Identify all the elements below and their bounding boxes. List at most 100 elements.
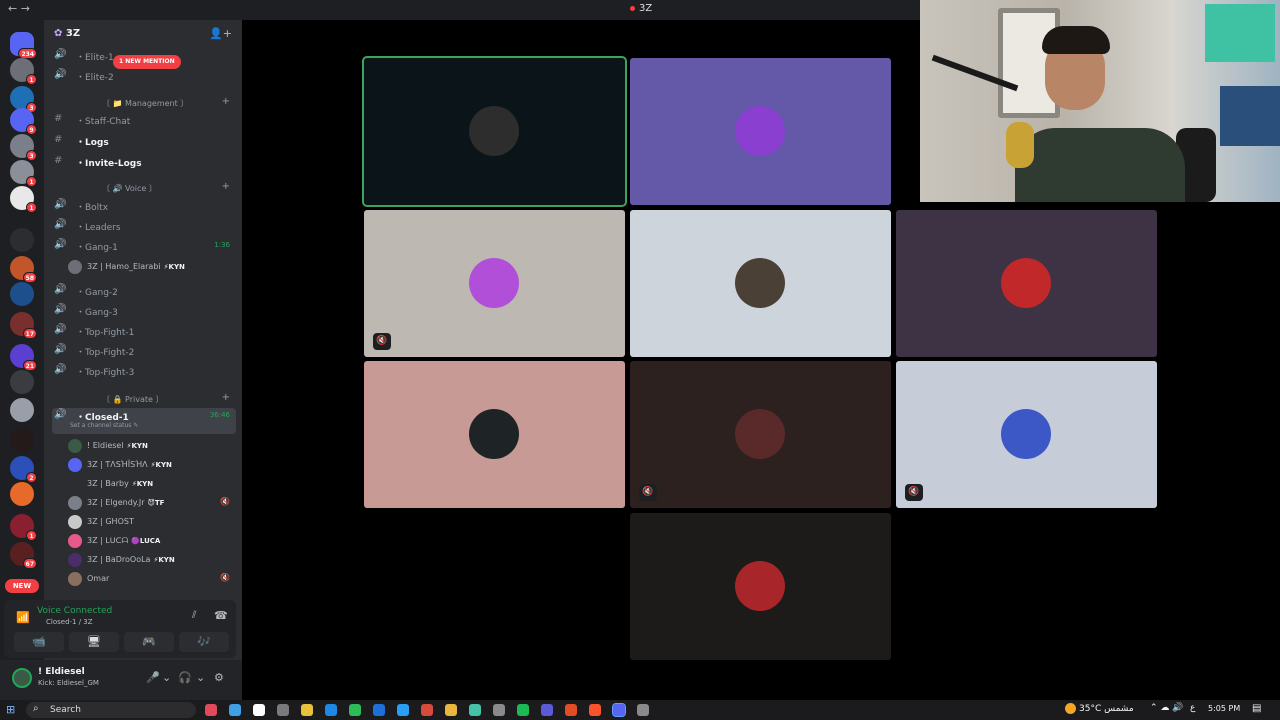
voice-user[interactable]: 3Z | Barby ⚡KYN (68, 475, 236, 493)
participant-tile[interactable]: 🔇 (630, 361, 891, 508)
mic-chevron-down-icon[interactable]: ⌄ (162, 671, 171, 684)
channel-logs[interactable]: # ・Logs (52, 133, 236, 149)
voice-user[interactable]: ! Eldiesel ⚡KYN (68, 437, 236, 455)
taskbar-app-icon[interactable] (469, 704, 481, 716)
channel-top-fight-2[interactable]: 🔊 ・Top-Fight-2 (52, 343, 236, 359)
server-icon-server-9[interactable] (10, 282, 34, 306)
taskbar-app-icon[interactable] (205, 704, 217, 716)
create-channel-icon[interactable]: + (222, 181, 230, 192)
taskbar-app-icon[interactable] (612, 703, 626, 717)
language-indicator[interactable]: ع (1190, 703, 1195, 713)
taskbar-app-icon[interactable] (493, 704, 505, 716)
server-icon-server-17[interactable]: 1 (10, 514, 37, 541)
participant-tile[interactable] (630, 210, 891, 357)
participant-tile[interactable] (362, 56, 627, 207)
voice-user[interactable]: 3Z | BaDroOoLa ⚡KYN (68, 551, 236, 569)
server-icon-server-10[interactable]: 17 (10, 312, 37, 339)
create-channel-icon[interactable]: + (222, 392, 230, 403)
create-channel-icon[interactable]: + (222, 96, 230, 107)
avatar[interactable] (12, 668, 32, 688)
taskbar-search[interactable]: ⌕ Search (26, 702, 196, 718)
taskbar-app-icon[interactable] (637, 704, 649, 716)
channel-top-fight-1[interactable]: 🔊 ・Top-Fight-1 (52, 323, 236, 339)
channel-closed-1[interactable]: 🔊 ・Closed-1 36:46 Set a channel status ✎ (52, 408, 236, 434)
server-icon-direct-messages[interactable]: 234 (10, 32, 37, 59)
server-icon-server-14[interactable] (10, 428, 34, 452)
category-management[interactable]: 〔 📁 Management 〕 + (52, 96, 236, 110)
taskbar-app-icon[interactable] (517, 704, 529, 716)
disconnect-icon[interactable]: ☎ (214, 609, 228, 622)
channel-elite-2[interactable]: 🔊 ・Elite-2 (52, 68, 236, 84)
server-icon-server-4[interactable]: 3 (10, 134, 37, 161)
taskbar-app-icon[interactable] (565, 704, 577, 716)
voice-user[interactable]: 3Z | ƬΛЅΉЇЅΉΛ ⚡KYN (68, 456, 236, 474)
invite-people-icon[interactable]: 👤+ (209, 27, 232, 40)
participant-tile[interactable] (896, 210, 1157, 357)
taskbar-app-icon[interactable] (589, 704, 601, 716)
voice-user[interactable]: 3Z | GHOST (68, 513, 236, 531)
taskbar-app-icon[interactable] (397, 704, 409, 716)
guild-name[interactable]: 3Z (54, 28, 80, 39)
system-tray-icon[interactable]: ⌃ ☁ 🔊 (1150, 703, 1183, 713)
activities-button[interactable]: 🎮 (124, 632, 174, 652)
channel-staff-chat[interactable]: # ・Staff-Chat (52, 112, 236, 128)
guild-header[interactable]: 3Z 👤+ (44, 20, 242, 48)
back-forward-icon[interactable]: ← → (8, 2, 30, 15)
new-servers-pill[interactable]: NEW (5, 579, 39, 593)
voice-user[interactable]: 3Z | ᒪᑌᑕᗩ 🟣LUCA (68, 532, 236, 550)
taskbar-app-icon[interactable] (277, 704, 289, 716)
taskbar-app-icon[interactable] (229, 704, 241, 716)
voice-user[interactable]: Omar 🔇 (68, 570, 236, 588)
channel-gang-1[interactable]: 🔊 ・Gang-1 1:36 (52, 238, 236, 254)
voice-user[interactable]: 3Z | Hamo_Elarabi ⚡KYN (68, 258, 236, 276)
signal-icon[interactable]: 📶 (16, 611, 30, 624)
soundboard-button[interactable]: 🎶 (179, 632, 229, 652)
category-private[interactable]: 〔 🔒 Private 〕 + (52, 392, 236, 406)
camera-button[interactable]: 📹 (14, 632, 64, 652)
taskbar-app-icon[interactable] (301, 704, 313, 716)
server-icon-server-7[interactable] (10, 228, 34, 252)
taskbar-app-icon[interactable] (325, 704, 337, 716)
noise-suppression-icon[interactable]: ⫽ (192, 610, 196, 621)
server-icon-server-6[interactable]: 1 (10, 186, 37, 213)
settings-gear-icon[interactable]: ⚙ (214, 671, 224, 684)
server-icon-server-12[interactable] (10, 370, 34, 394)
participant-tile[interactable]: 🔇 (364, 210, 625, 357)
channel-status-prompt[interactable]: Set a channel status ✎ (70, 422, 138, 429)
notifications-icon[interactable]: ▤ (1252, 703, 1261, 714)
windows-start-icon[interactable]: ⊞ (6, 704, 18, 716)
channel-top-fight-3[interactable]: 🔊 ・Top-Fight-3 (52, 363, 236, 379)
voice-status[interactable]: Voice Connected (37, 606, 112, 616)
participant-tile[interactable]: 🔇 (896, 361, 1157, 508)
voice-user[interactable]: 3Z | Elgendy.Jr 😈TF 🔇 (68, 494, 236, 512)
headphones-icon[interactable]: 🎧 (178, 671, 192, 684)
channel-leaders[interactable]: 🔊 ・Leaders (52, 218, 236, 234)
server-icon-server-3[interactable]: 9 (10, 108, 37, 135)
clock[interactable]: 5:05 PM (1208, 704, 1240, 713)
participant-tile[interactable] (364, 361, 625, 508)
headphones-chevron-down-icon[interactable]: ⌄ (196, 671, 205, 684)
screen-share-button[interactable]: 🖥 (69, 632, 119, 652)
server-icon-server-16[interactable] (10, 482, 34, 506)
category-voice[interactable]: 〔 🔊 Voice 〕 + (52, 181, 236, 195)
server-icon-server-8[interactable]: 58 (10, 256, 37, 283)
channel-gang-2[interactable]: 🔊 ・Gang-2 (52, 283, 236, 299)
taskbar-app-icon[interactable] (253, 704, 265, 716)
participant-tile[interactable] (630, 513, 891, 660)
participant-tile[interactable] (630, 58, 891, 205)
channel-gang-3[interactable]: 🔊 ・Gang-3 (52, 303, 236, 319)
channel-boltx[interactable]: 🔊 ・Boltx (52, 198, 236, 214)
channel-elite-1[interactable]: 🔊 ・Elite-1 (52, 48, 236, 64)
server-icon-server-5[interactable]: 1 (10, 160, 37, 187)
taskbar-app-icon[interactable] (541, 704, 553, 716)
server-icon-server-15[interactable]: 2 (10, 456, 37, 483)
microphone-icon[interactable]: 🎤 (146, 671, 160, 684)
taskbar-app-icon[interactable] (445, 704, 457, 716)
user-name[interactable]: ! Eldiesel (38, 667, 85, 677)
taskbar-app-icon[interactable] (421, 704, 433, 716)
server-icon-server-1[interactable]: 1 (10, 58, 37, 85)
server-icon-server-18[interactable]: 67 (10, 542, 37, 569)
server-icon-server-2[interactable]: 3 (10, 86, 37, 113)
server-icon-server-11[interactable]: 21 (10, 344, 37, 371)
voice-channel-path[interactable]: Closed-1 / 3Z (46, 618, 93, 626)
